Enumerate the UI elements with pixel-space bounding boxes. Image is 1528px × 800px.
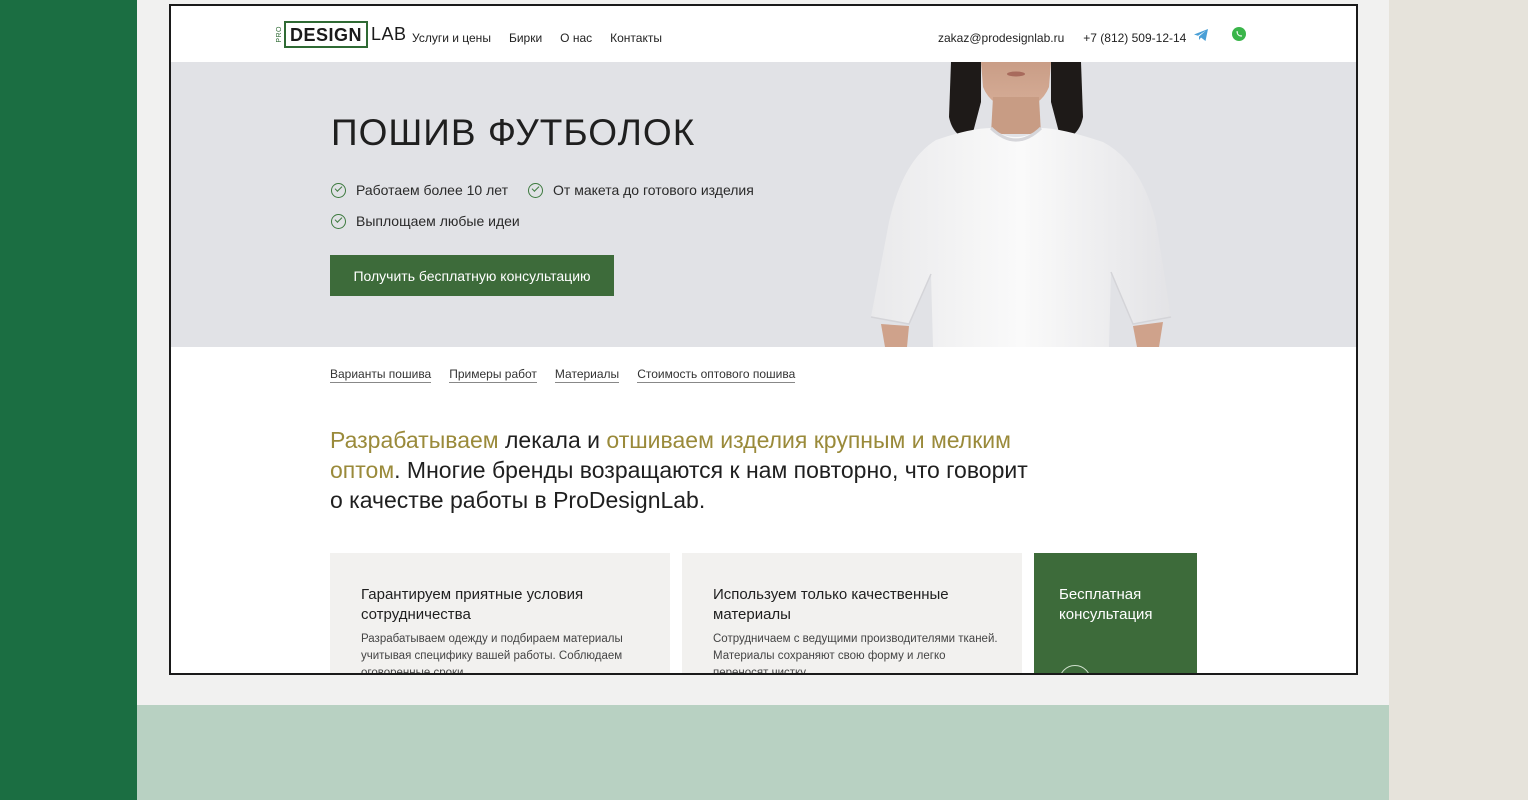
phone-link[interactable]: +7 (812) 509-12-14 bbox=[1083, 31, 1186, 45]
benefit-card-text: Разрабатываем одежду и подбираем материа… bbox=[361, 633, 623, 675]
whatsapp-icon[interactable] bbox=[1231, 26, 1247, 42]
intro-highlight-1: Разрабатываем bbox=[330, 427, 499, 453]
benefit-card-text: Сотрудничаем с ведущими производителями … bbox=[713, 633, 998, 675]
logo-lab-text: LAB bbox=[371, 23, 407, 44]
nav-item-about[interactable]: О нас bbox=[560, 31, 592, 45]
nav-item-services[interactable]: Услуги и цены bbox=[412, 31, 491, 45]
subnav-item-sewing-options[interactable]: Варианты пошива bbox=[330, 367, 432, 383]
intro-text-1: лекала и bbox=[498, 427, 607, 453]
background-mint-strip bbox=[137, 705, 1389, 800]
main-nav: Услуги и цены Бирки О нас Контакты bbox=[412, 31, 680, 45]
background-green-strip bbox=[0, 0, 137, 800]
arrow-circle-icon[interactable] bbox=[1059, 665, 1091, 673]
feature-item: Выплощаем любые идеи bbox=[331, 213, 520, 229]
consultation-card[interactable]: Бесплатная консультация bbox=[1034, 553, 1197, 673]
subnav-item-work-examples[interactable]: Примеры работ bbox=[449, 367, 537, 383]
benefit-card: Используем только качественные материалы… bbox=[682, 553, 1022, 675]
feature-item: Работаем более 10 лет bbox=[331, 182, 508, 198]
feature-item: От макета до готового изделия bbox=[528, 182, 754, 198]
nav-item-tags[interactable]: Бирки bbox=[509, 31, 542, 45]
background-beige-strip bbox=[1389, 0, 1528, 800]
header-contacts: zakaz@prodesignlab.ru +7 (812) 509-12-14 bbox=[938, 31, 1186, 45]
hero-section: ПОШИВ ФУТБОЛОК Работаем более 10 лет От … bbox=[171, 62, 1356, 347]
benefit-card-title: Используем только качественные материалы bbox=[713, 586, 949, 623]
intro-paragraph: Разрабатываем лекала и отшиваем изделия … bbox=[330, 425, 1030, 515]
feature-label: Работаем более 10 лет bbox=[356, 182, 508, 198]
nav-item-contacts[interactable]: Контакты bbox=[610, 31, 662, 45]
subnav-item-materials[interactable]: Материалы bbox=[554, 367, 620, 383]
section-subnav: Варианты пошива Примеры работ Материалы … bbox=[330, 367, 813, 383]
model-white-tshirt-photo bbox=[870, 62, 1172, 347]
check-circle-icon bbox=[528, 182, 543, 198]
telegram-icon[interactable] bbox=[1193, 28, 1209, 42]
site-logo[interactable]: PRO DESIGN LAB bbox=[276, 19, 407, 49]
feature-label: Выплощаем любые идеи bbox=[356, 213, 520, 229]
logo-design-text: DESIGN bbox=[284, 20, 369, 48]
feature-label: От макета до готового изделия bbox=[553, 182, 754, 198]
benefit-card-title: Гарантируем приятные условия сотрудничес… bbox=[361, 586, 584, 623]
page-title: ПОШИВ ФУТБОЛОК bbox=[331, 112, 696, 153]
free-consultation-button[interactable]: Получить бесплатную консультацию bbox=[330, 255, 614, 296]
website-screenshot-frame: PRO DESIGN LAB Услуги и цены Бирки О нас… bbox=[169, 4, 1358, 675]
site-header: PRO DESIGN LAB Услуги и цены Бирки О нас… bbox=[171, 6, 1356, 62]
check-circle-icon bbox=[331, 213, 346, 229]
consultation-card-title: Бесплатная консультация bbox=[1059, 586, 1153, 623]
check-circle-icon bbox=[331, 182, 346, 198]
benefit-card: Гарантируем приятные условия сотрудничес… bbox=[330, 553, 670, 675]
subnav-item-wholesale-price[interactable]: Стоимость оптового пошива bbox=[637, 367, 796, 383]
email-link[interactable]: zakaz@prodesignlab.ru bbox=[938, 31, 1064, 45]
logo-pro-text: PRO bbox=[276, 25, 283, 43]
intro-text-2: . Многие бренды возращаются к нам повтор… bbox=[330, 457, 1028, 513]
